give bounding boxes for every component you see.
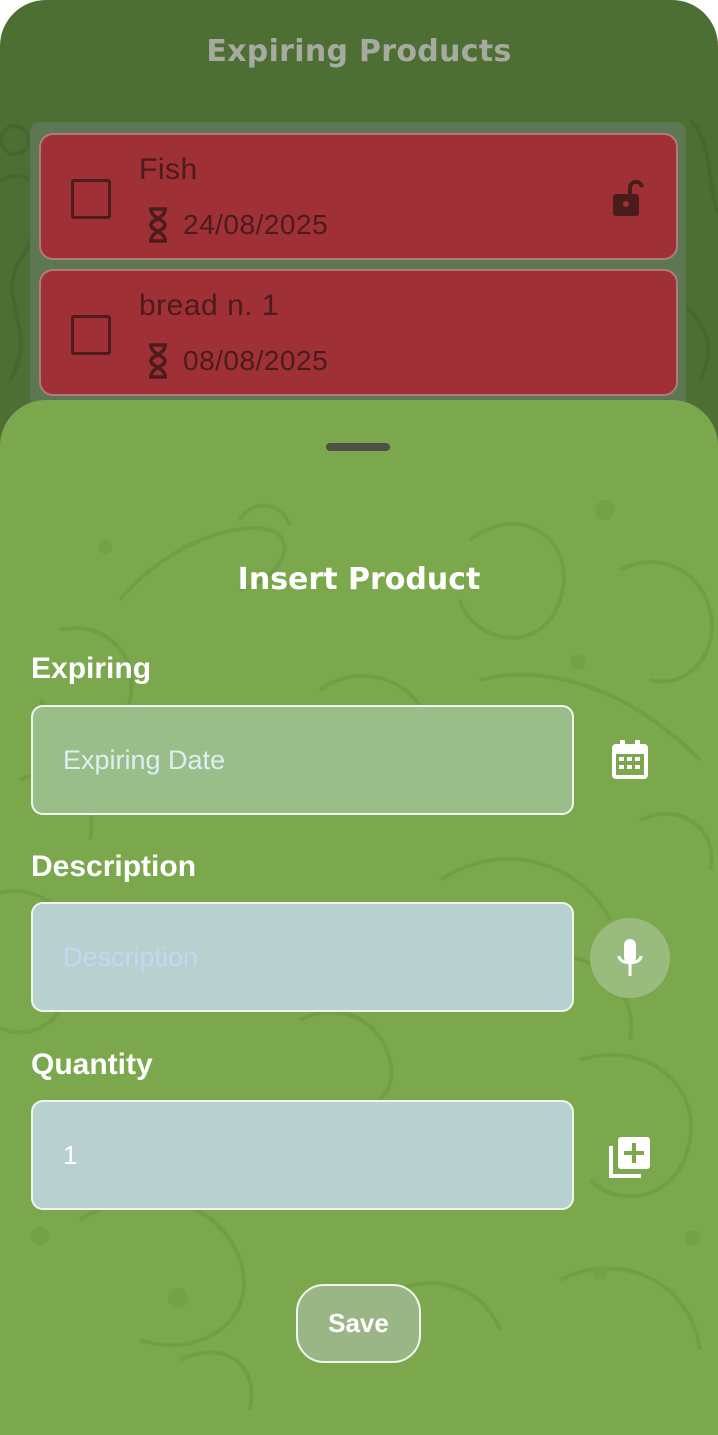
sheet-title: Insert Product bbox=[237, 562, 481, 597]
product-card[interactable]: Fish 24/08/2025 bbox=[39, 133, 678, 260]
hourglass-icon bbox=[149, 343, 167, 379]
expiring-date-input[interactable] bbox=[31, 705, 574, 815]
product-checkbox[interactable] bbox=[71, 179, 111, 219]
product-name: bread n. 1 bbox=[139, 289, 280, 322]
product-expiry-row: 24/08/2025 bbox=[147, 207, 328, 243]
insert-product-sheet: Insert Product Expiring Description Quan… bbox=[0, 400, 718, 1435]
save-button[interactable]: Save bbox=[296, 1284, 421, 1363]
product-expiry-row: 08/08/2025 bbox=[147, 343, 328, 379]
product-expiry-date: 24/08/2025 bbox=[183, 209, 329, 240]
add-to-queue-icon[interactable] bbox=[609, 1136, 651, 1178]
page-title: Expiring Products bbox=[206, 34, 512, 69]
product-name: Fish bbox=[139, 153, 198, 186]
calendar-icon[interactable] bbox=[611, 740, 649, 780]
lock-open-icon[interactable] bbox=[612, 177, 646, 217]
product-card[interactable]: bread n. 1 08/08/2025 bbox=[39, 269, 678, 396]
product-expiry-date: 08/08/2025 bbox=[183, 345, 329, 376]
microphone-icon bbox=[617, 939, 643, 976]
product-checkbox[interactable] bbox=[71, 315, 111, 355]
expiring-label: Expiring bbox=[31, 652, 152, 685]
description-label: Description bbox=[31, 850, 197, 883]
quantity-input[interactable] bbox=[31, 1100, 574, 1210]
drag-handle[interactable] bbox=[326, 443, 390, 451]
hourglass-icon bbox=[149, 207, 167, 243]
description-input[interactable] bbox=[31, 902, 574, 1012]
quantity-label: Quantity bbox=[31, 1048, 153, 1081]
voice-input-button[interactable] bbox=[590, 918, 670, 998]
